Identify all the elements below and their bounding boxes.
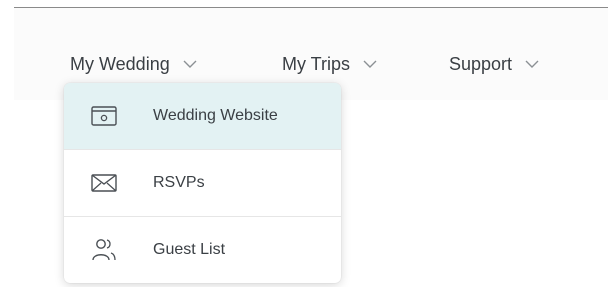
nav-my-trips[interactable]: My Trips	[282, 52, 378, 76]
nav-support-label: Support	[449, 53, 513, 74]
menu-item-guest-list[interactable]: Guest List	[64, 217, 341, 283]
chevron-down-icon	[524, 59, 540, 69]
page: My Wedding My Trips Support Wedding Webs…	[0, 0, 608, 287]
menu-item-rsvps[interactable]: RSVPs	[64, 150, 341, 216]
nav-my-trips-label: My Trips	[282, 53, 351, 74]
menu-item-label: RSVPs	[153, 174, 205, 191]
envelope-icon	[90, 169, 118, 197]
chevron-down-icon	[362, 59, 378, 69]
guests-icon	[90, 236, 118, 264]
my-wedding-dropdown-menu: Wedding Website RSVPs Guest List	[64, 83, 341, 283]
website-window-icon	[90, 102, 118, 130]
nav-my-wedding-label: My Wedding	[70, 53, 170, 74]
menu-item-label: Wedding Website	[153, 107, 278, 124]
nav-my-wedding[interactable]: My Wedding	[70, 52, 198, 76]
nav-support[interactable]: Support	[449, 52, 540, 76]
menu-item-wedding-website[interactable]: Wedding Website	[64, 83, 341, 149]
menu-item-label: Guest List	[153, 241, 226, 258]
chevron-down-icon	[182, 59, 198, 69]
